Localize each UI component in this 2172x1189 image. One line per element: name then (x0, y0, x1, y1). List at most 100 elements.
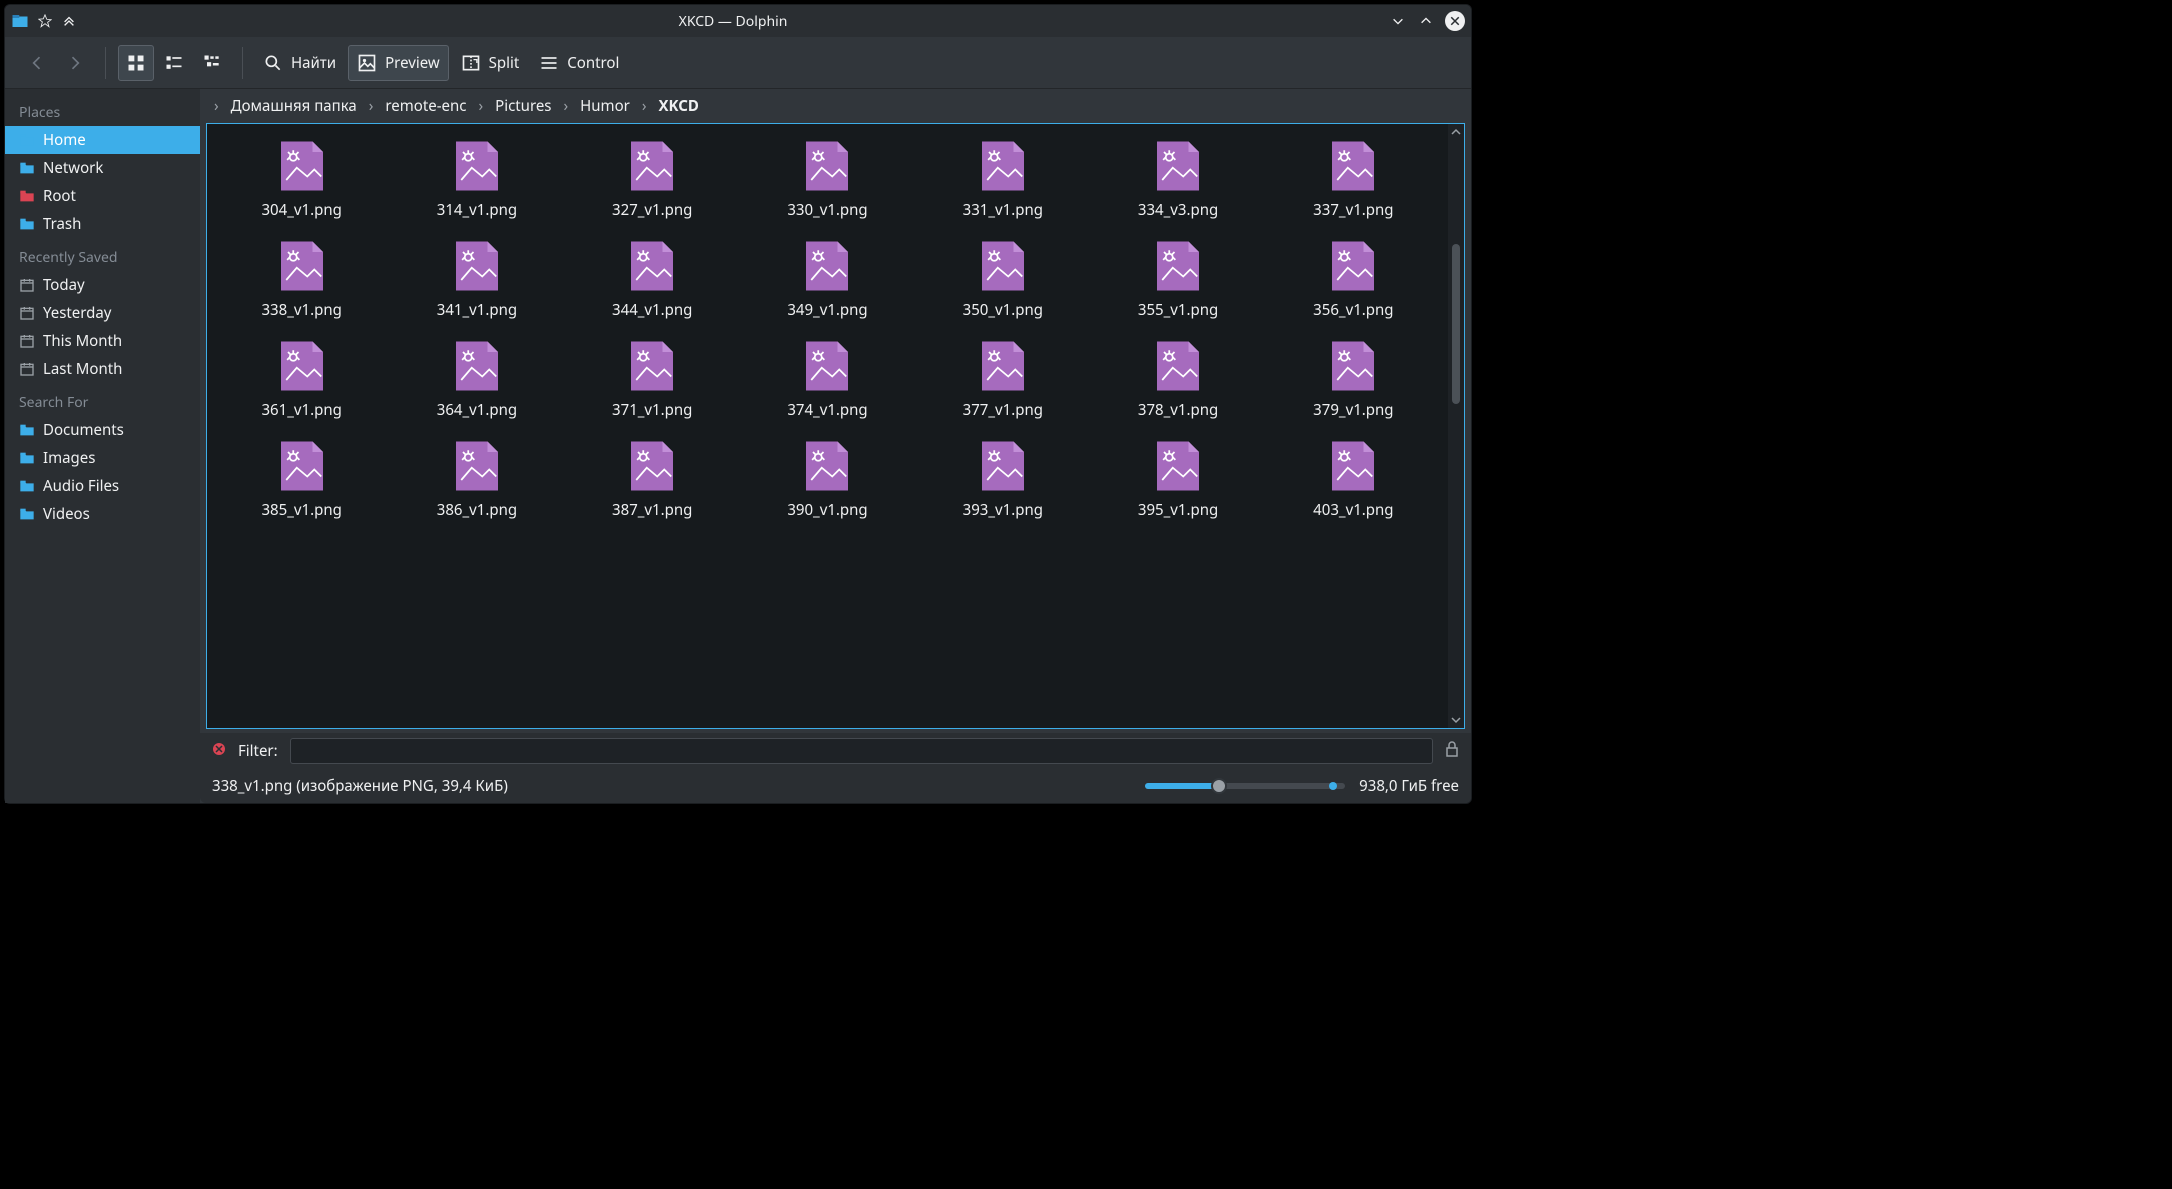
file-item[interactable]: 338_v1.png (217, 238, 386, 320)
sidebar-item-label: Audio Files (43, 476, 119, 496)
vertical-scrollbar[interactable] (1448, 124, 1464, 728)
sidebar-item-audio-files[interactable]: Audio Files (5, 472, 200, 500)
sidebar-item-home[interactable]: Home (5, 126, 200, 154)
back-button[interactable] (19, 45, 55, 81)
sidebar-item-documents[interactable]: Documents (5, 416, 200, 444)
filter-input[interactable] (290, 738, 1433, 764)
image-file-icon (1325, 338, 1381, 394)
slider-knob[interactable] (1211, 778, 1227, 794)
file-label: 337_v1.png (1313, 200, 1393, 220)
sidebar-item-trash[interactable]: Trash (5, 210, 200, 238)
details-view-button[interactable] (194, 45, 230, 81)
preview-button[interactable]: Preview (348, 45, 449, 81)
scrollbar-thumb[interactable] (1452, 244, 1460, 404)
image-file-icon (799, 338, 855, 394)
sidebar-item-this-month[interactable]: This Month (5, 327, 200, 355)
sidebar-item-last-month[interactable]: Last Month (5, 355, 200, 383)
close-filter-icon[interactable] (212, 742, 226, 761)
breadcrumb-item[interactable]: Pictures (491, 94, 555, 118)
file-item[interactable]: 395_v1.png (1093, 438, 1262, 520)
file-item[interactable]: 371_v1.png (568, 338, 737, 420)
forward-button[interactable] (57, 45, 93, 81)
scroll-down-icon[interactable] (1448, 712, 1464, 728)
image-file-icon (274, 238, 330, 294)
sidebar-item-today[interactable]: Today (5, 271, 200, 299)
chevron-right-icon: › (472, 96, 489, 116)
file-item[interactable]: 377_v1.png (918, 338, 1087, 420)
lock-icon[interactable] (1445, 741, 1459, 762)
image-file-icon (799, 438, 855, 494)
zoom-slider[interactable] (1145, 783, 1345, 789)
image-file-icon (274, 438, 330, 494)
file-item[interactable]: 314_v1.png (392, 138, 561, 220)
file-item[interactable]: 356_v1.png (1269, 238, 1438, 320)
file-item[interactable]: 364_v1.png (392, 338, 561, 420)
breadcrumb-item[interactable]: Humor (576, 94, 634, 118)
breadcrumb-item[interactable]: Домашняя папка (227, 94, 361, 118)
breadcrumb-item[interactable]: remote-enc (381, 94, 470, 118)
file-item[interactable]: 379_v1.png (1269, 338, 1438, 420)
sidebar-item-root[interactable]: Root (5, 182, 200, 210)
sidebar-section-header: Places (5, 93, 200, 126)
sidebar-item-label: Root (43, 186, 76, 206)
image-file-icon (1150, 438, 1206, 494)
image-file-icon (1150, 238, 1206, 294)
file-item[interactable]: 330_v1.png (743, 138, 912, 220)
icons-view-button[interactable] (118, 45, 154, 81)
split-button[interactable]: Split (453, 45, 528, 81)
file-item[interactable]: 393_v1.png (918, 438, 1087, 520)
file-item[interactable]: 331_v1.png (918, 138, 1087, 220)
file-item[interactable]: 386_v1.png (392, 438, 561, 520)
file-grid[interactable]: 304_v1.png314_v1.png327_v1.png 330_v1.png… (207, 124, 1448, 728)
file-item[interactable]: 390_v1.png (743, 438, 912, 520)
file-item[interactable]: 385_v1.png (217, 438, 386, 520)
file-label: 377_v1.png (963, 400, 1043, 420)
file-label: 330_v1.png (787, 200, 867, 220)
sidebar-item-videos[interactable]: Videos (5, 500, 200, 528)
file-label: 378_v1.png (1138, 400, 1218, 420)
scroll-up-icon[interactable] (1448, 124, 1464, 140)
image-file-icon (1325, 438, 1381, 494)
chevron-right-icon: › (363, 96, 380, 116)
sidebar-item-images[interactable]: Images (5, 444, 200, 472)
file-label: 355_v1.png (1138, 300, 1218, 320)
file-item[interactable]: 361_v1.png (217, 338, 386, 420)
file-item[interactable]: 327_v1.png (568, 138, 737, 220)
close-button[interactable] (1445, 11, 1465, 31)
separator (242, 47, 243, 79)
file-item[interactable]: 304_v1.png (217, 138, 386, 220)
app-icon (11, 12, 29, 30)
file-item[interactable]: 374_v1.png (743, 338, 912, 420)
file-item[interactable]: 341_v1.png (392, 238, 561, 320)
image-file-icon (449, 438, 505, 494)
sidebar-item-yesterday[interactable]: Yesterday (5, 299, 200, 327)
file-label: 393_v1.png (963, 500, 1043, 520)
minimize-button[interactable] (1389, 12, 1407, 30)
window-title: XKCD — Dolphin (77, 12, 1389, 31)
image-file-icon (624, 238, 680, 294)
file-item[interactable]: 355_v1.png (1093, 238, 1262, 320)
titlebar: XKCD — Dolphin (5, 5, 1471, 37)
file-item[interactable]: 344_v1.png (568, 238, 737, 320)
file-item[interactable]: 337_v1.png (1269, 138, 1438, 220)
expand-icon[interactable] (61, 13, 77, 29)
file-label: 387_v1.png (612, 500, 692, 520)
pin-icon[interactable] (37, 13, 53, 29)
titlebar-left (11, 12, 77, 30)
image-file-icon (449, 138, 505, 194)
sidebar-item-label: Today (43, 275, 85, 295)
file-item[interactable]: 349_v1.png (743, 238, 912, 320)
file-label: 338_v1.png (261, 300, 341, 320)
file-item[interactable]: 334_v3.png (1093, 138, 1262, 220)
compact-view-button[interactable] (156, 45, 192, 81)
sidebar-item-network[interactable]: Network (5, 154, 200, 182)
file-label: 356_v1.png (1313, 300, 1393, 320)
file-item[interactable]: 378_v1.png (1093, 338, 1262, 420)
file-item[interactable]: 350_v1.png (918, 238, 1087, 320)
find-button[interactable]: Найти (255, 45, 344, 81)
control-button[interactable]: Control (531, 45, 627, 81)
file-item[interactable]: 387_v1.png (568, 438, 737, 520)
file-item[interactable]: 403_v1.png (1269, 438, 1438, 520)
maximize-button[interactable] (1417, 12, 1435, 30)
file-label: 386_v1.png (437, 500, 517, 520)
